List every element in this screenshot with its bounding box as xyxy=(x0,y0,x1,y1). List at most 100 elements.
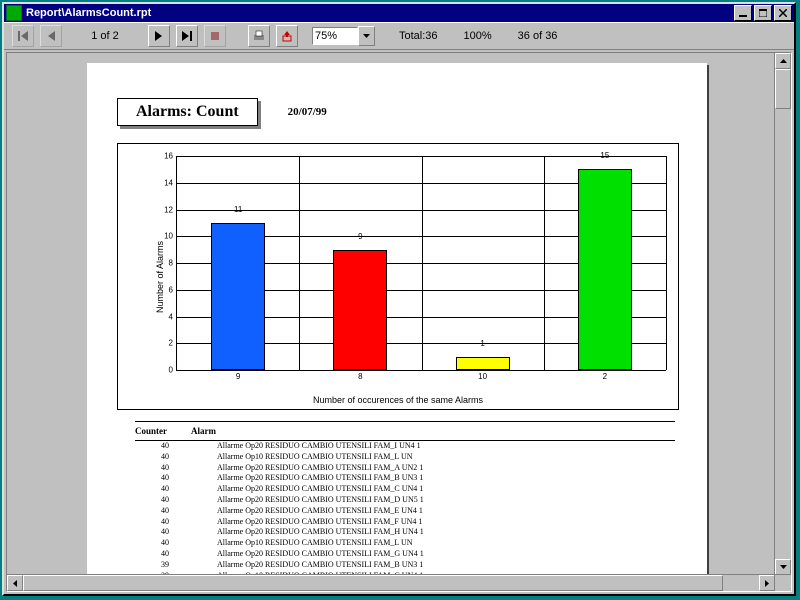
cell-alarm: Allarme Op10 RESIDUO CAMBIO UTENSILI FAM… xyxy=(217,452,675,463)
y-tick-label: 14 xyxy=(164,178,177,187)
scroll-left-button[interactable] xyxy=(7,575,23,591)
scroll-thumb-v[interactable] xyxy=(775,69,791,109)
y-tick-label: 12 xyxy=(164,205,177,214)
table-row: 40Allarme Op20 RESIDUO CAMBIO UTENSILI F… xyxy=(135,463,675,474)
scroll-up-button[interactable] xyxy=(775,53,791,69)
table-row: 40Allarme Op20 RESIDUO CAMBIO UTENSILI F… xyxy=(135,484,675,495)
y-tick-label: 4 xyxy=(169,312,177,321)
cell-alarm: Allarme Op20 RESIDUO CAMBIO UTENSILI FAM… xyxy=(217,441,675,452)
app-window: Report\AlarmsCount.rpt 1 of 2 Total:36 1… xyxy=(2,2,796,596)
first-page-button[interactable] xyxy=(12,25,34,47)
cell-alarm: Allarme Op20 RESIDUO CAMBIO UTENSILI FAM… xyxy=(217,549,675,560)
toolbar: 1 of 2 Total:36 100% 36 of 36 xyxy=(4,22,794,50)
minimize-button[interactable] xyxy=(734,5,752,21)
vertical-scrollbar[interactable] xyxy=(774,53,791,575)
x-tick-label: 10 xyxy=(478,370,487,381)
total-label: Total:36 xyxy=(399,30,438,42)
table-row: 40Allarme Op20 RESIDUO CAMBIO UTENSILI F… xyxy=(135,473,675,484)
table-row: 40Allarme Op20 RESIDUO CAMBIO UTENSILI F… xyxy=(135,506,675,517)
plot-area: 024681012141611998110152 xyxy=(176,156,666,371)
col-counter: Counter xyxy=(135,426,191,436)
y-axis-label: Number of Alarms xyxy=(155,240,165,312)
cell-counter: 40 xyxy=(135,463,217,474)
cell-counter: 40 xyxy=(135,549,217,560)
maximize-button[interactable] xyxy=(754,5,772,21)
report-page: Alarms: Count 20/07/99 Number of Alarms … xyxy=(87,63,707,592)
alarms-table: Counter Alarm 40Allarme Op20 RESIDUO CAM… xyxy=(135,421,675,581)
bar xyxy=(333,250,387,370)
chart: Number of Alarms 02468101214161199811015… xyxy=(117,143,679,410)
cell-counter: 40 xyxy=(135,506,217,517)
export-button[interactable] xyxy=(276,25,298,47)
cell-alarm: Allarme Op20 RESIDUO CAMBIO UTENSILI FAM… xyxy=(217,527,675,538)
zoom-input[interactable] xyxy=(312,27,358,45)
gridline xyxy=(544,156,545,370)
table-header: Counter Alarm xyxy=(135,421,675,441)
gridline xyxy=(299,156,300,370)
table-row: 40Allarme Op20 RESIDUO CAMBIO UTENSILI F… xyxy=(135,549,675,560)
scroll-right-button[interactable] xyxy=(759,575,775,591)
stop-button[interactable] xyxy=(204,25,226,47)
gridline xyxy=(422,156,423,370)
page-indicator: 1 of 2 xyxy=(78,27,132,45)
x-tick-label: 9 xyxy=(236,370,240,381)
table-row: 40Allarme Op10 RESIDUO CAMBIO UTENSILI F… xyxy=(135,452,675,463)
table-row: 40Allarme Op20 RESIDUO CAMBIO UTENSILI F… xyxy=(135,441,675,452)
bar xyxy=(578,169,632,370)
y-tick-label: 10 xyxy=(164,232,177,241)
cell-counter: 40 xyxy=(135,452,217,463)
cell-alarm: Allarme Op10 RESIDUO CAMBIO UTENSILI FAM… xyxy=(217,538,675,549)
scrollbar-corner xyxy=(774,574,791,591)
table-row: 40Allarme Op20 RESIDUO CAMBIO UTENSILI F… xyxy=(135,527,675,538)
table-row: 40Allarme Op20 RESIDUO CAMBIO UTENSILI F… xyxy=(135,495,675,506)
cell-alarm: Allarme Op20 RESIDUO CAMBIO UTENSILI FAM… xyxy=(217,463,675,474)
cell-counter: 40 xyxy=(135,527,217,538)
table-body: 40Allarme Op20 RESIDUO CAMBIO UTENSILI F… xyxy=(135,441,675,581)
cell-alarm: Allarme Op20 RESIDUO CAMBIO UTENSILI FAM… xyxy=(217,506,675,517)
x-axis-label: Number of occurences of the same Alarms xyxy=(118,395,678,405)
bar-value-label: 9 xyxy=(358,232,362,241)
report-date: 20/07/99 xyxy=(288,106,327,118)
table-row: 40Allarme Op20 RESIDUO CAMBIO UTENSILI F… xyxy=(135,517,675,528)
report-viewport: Alarms: Count 20/07/99 Number of Alarms … xyxy=(6,52,792,592)
cell-alarm: Allarme Op20 RESIDUO CAMBIO UTENSILI FAM… xyxy=(217,473,675,484)
zoom-dropdown-button[interactable] xyxy=(358,26,375,46)
report-title: Alarms: Count xyxy=(117,98,258,126)
gridline xyxy=(177,370,666,371)
print-button[interactable] xyxy=(248,25,270,47)
prev-page-button[interactable] xyxy=(40,25,62,47)
app-icon xyxy=(6,5,22,21)
cell-alarm: Allarme Op20 RESIDUO CAMBIO UTENSILI FAM… xyxy=(217,484,675,495)
count-label: 36 of 36 xyxy=(518,30,558,42)
x-tick-label: 2 xyxy=(603,370,607,381)
horizontal-scrollbar[interactable] xyxy=(7,574,775,591)
window-title: Report\AlarmsCount.rpt xyxy=(26,7,732,19)
table-row: 40Allarme Op10 RESIDUO CAMBIO UTENSILI F… xyxy=(135,538,675,549)
zoom-combo[interactable] xyxy=(312,26,375,46)
bar-value-label: 1 xyxy=(480,339,484,348)
col-alarm: Alarm xyxy=(191,426,675,436)
y-tick-label: 2 xyxy=(169,339,177,348)
cell-counter: 40 xyxy=(135,538,217,549)
last-page-button[interactable] xyxy=(176,25,198,47)
cell-alarm: Allarme Op20 RESIDUO CAMBIO UTENSILI FAM… xyxy=(217,560,675,571)
next-page-button[interactable] xyxy=(148,25,170,47)
cell-counter: 40 xyxy=(135,495,217,506)
cell-counter: 40 xyxy=(135,441,217,452)
x-tick-label: 8 xyxy=(358,370,362,381)
pct-label: 100% xyxy=(464,30,492,42)
y-tick-label: 6 xyxy=(169,285,177,294)
scroll-thumb-h[interactable] xyxy=(23,575,723,591)
cell-counter: 40 xyxy=(135,517,217,528)
cell-alarm: Allarme Op20 RESIDUO CAMBIO UTENSILI FAM… xyxy=(217,517,675,528)
scroll-down-button[interactable] xyxy=(775,559,791,575)
table-row: 39Allarme Op20 RESIDUO CAMBIO UTENSILI F… xyxy=(135,560,675,571)
cell-counter: 40 xyxy=(135,473,217,484)
close-button[interactable] xyxy=(774,5,792,21)
cell-alarm: Allarme Op20 RESIDUO CAMBIO UTENSILI FAM… xyxy=(217,495,675,506)
y-tick-label: 16 xyxy=(164,152,177,161)
titlebar: Report\AlarmsCount.rpt xyxy=(4,4,794,22)
bar xyxy=(211,223,265,370)
bar-value-label: 11 xyxy=(234,205,242,214)
y-tick-label: 8 xyxy=(169,259,177,268)
